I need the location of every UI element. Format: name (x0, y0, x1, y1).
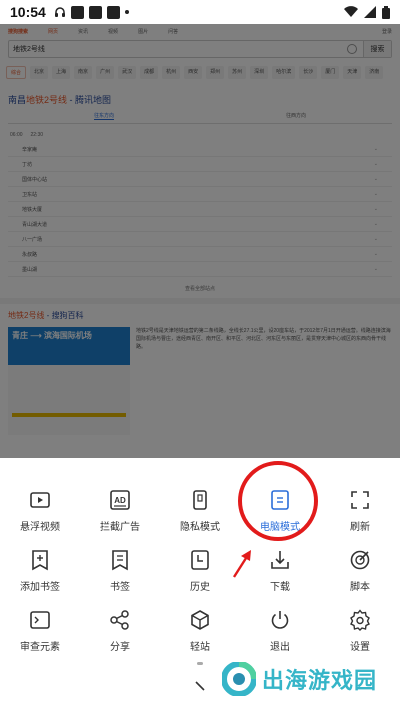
download-icon (268, 548, 292, 572)
menu-bookmarks[interactable]: 书签 (80, 544, 160, 604)
menu-grid: 悬浮视频 AD 拦截广告 隐私模式 电脑模式 刷新 添加书签 书签 历史 下载 … (0, 484, 400, 664)
light-site-icon (188, 608, 212, 632)
menu-history[interactable]: 历史 (160, 544, 240, 604)
bookmarks-icon (108, 548, 132, 572)
cellular-signal-icon (364, 6, 376, 18)
menu-floating-video[interactable]: 悬浮视频 (0, 484, 80, 544)
highlight-circle (238, 461, 318, 541)
page-indicator (197, 662, 203, 665)
notification-icons (54, 5, 129, 19)
watermark-text: 出海游戏园 (262, 668, 378, 693)
menu-exit[interactable]: 退出 (240, 604, 320, 664)
svg-text:AD: AD (114, 496, 126, 505)
red-arrow-annotation (232, 550, 251, 578)
settings-icon (348, 608, 372, 632)
watermark: 出海游戏园 (222, 662, 377, 696)
script-icon (348, 548, 372, 572)
menu-privacy-mode[interactable]: 隐私模式 (160, 484, 240, 544)
history-icon (188, 548, 212, 572)
menu-script[interactable]: 脚本 (320, 544, 400, 604)
status-bar: 10:54 (0, 0, 400, 24)
menu-refresh[interactable]: 刷新 (320, 484, 400, 544)
inspect-element-icon (28, 608, 52, 632)
power-icon (268, 608, 292, 632)
menu-settings[interactable]: 设置 (320, 604, 400, 664)
floating-video-icon (28, 488, 52, 512)
add-bookmark-icon (28, 548, 52, 572)
menu-ad-block[interactable]: AD 拦截广告 (80, 484, 160, 544)
refresh-icon (348, 488, 372, 512)
menu-share[interactable]: 分享 (80, 604, 160, 664)
wifi-icon (344, 6, 358, 18)
notification-dot-icon (124, 10, 129, 14)
battery-icon (382, 5, 390, 19)
privacy-mode-icon (188, 488, 212, 512)
menu-inspect-element[interactable]: 审查元素 (0, 604, 80, 664)
ad-block-icon: AD (108, 488, 132, 512)
notification-square-icon (70, 5, 84, 19)
notification-square-icon (106, 5, 120, 19)
status-time: 10:54 (10, 4, 46, 20)
menu-add-bookmark[interactable]: 添加书签 (0, 544, 80, 604)
dim-overlay[interactable] (0, 0, 400, 458)
menu-light-site[interactable]: 轻站 (160, 604, 240, 664)
headphones-icon (54, 7, 65, 17)
share-icon (108, 608, 132, 632)
watermark-logo (222, 662, 256, 696)
collapse-icon[interactable] (192, 678, 208, 694)
notification-square-icon (88, 5, 102, 19)
